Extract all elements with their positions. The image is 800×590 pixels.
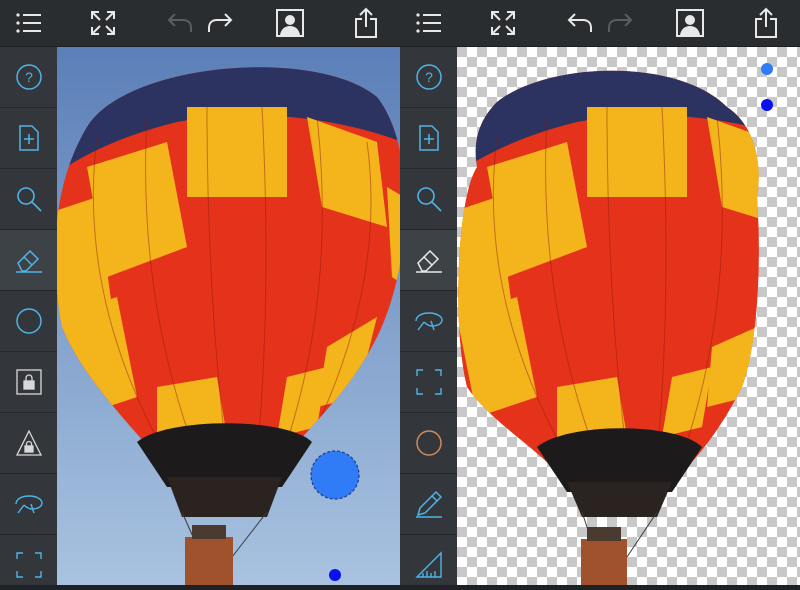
brush-size-dot[interactable] [761, 99, 773, 111]
redo-icon[interactable] [203, 6, 237, 40]
zoom-icon [416, 187, 442, 212]
help-button[interactable]: ? [400, 47, 457, 108]
lasso-button[interactable] [0, 474, 57, 535]
ruler-button[interactable] [400, 535, 457, 590]
help-button[interactable]: ? [0, 47, 57, 108]
crop-button[interactable] [0, 535, 57, 590]
share-icon[interactable] [749, 6, 783, 40]
lock-button[interactable] [0, 352, 57, 413]
circle-brush-icon [15, 308, 42, 334]
top-toolbar [0, 0, 400, 47]
pencil-icon [415, 490, 442, 518]
lock-triangle-icon [15, 429, 42, 456]
lock-triangle-button[interactable] [0, 413, 57, 474]
portrait-icon[interactable] [273, 6, 307, 40]
editor-pane-original: ? [0, 0, 400, 590]
menu-icon[interactable] [12, 6, 46, 40]
status-bar [400, 585, 800, 590]
brush-cursor[interactable] [761, 63, 773, 75]
circle-brush-button[interactable] [0, 291, 57, 352]
eraser-icon [15, 249, 42, 273]
eraser-icon [415, 249, 442, 273]
svg-text:?: ? [25, 69, 33, 85]
crop-icon [415, 369, 442, 395]
menu-icon[interactable] [412, 6, 446, 40]
undo-icon[interactable] [163, 6, 197, 40]
zoom-button[interactable] [0, 169, 57, 230]
pencil-button[interactable] [400, 474, 457, 535]
top-toolbar [400, 0, 800, 47]
help-icon: ? [15, 64, 42, 90]
lasso-button[interactable] [400, 291, 457, 352]
fit-screen-icon[interactable] [486, 6, 520, 40]
brush-cursor[interactable] [310, 450, 360, 500]
crop-icon [15, 552, 42, 578]
svg-text:?: ? [425, 69, 433, 85]
tool-sidebar: ? [400, 47, 457, 590]
lasso-icon [414, 312, 443, 331]
cutout-canvas[interactable] [457, 47, 800, 590]
undo-icon[interactable] [563, 6, 597, 40]
redo-icon[interactable] [603, 6, 637, 40]
tool-sidebar: ? [0, 47, 57, 590]
circle-brush-button[interactable] [400, 413, 457, 474]
share-icon[interactable] [349, 6, 383, 40]
new-document-icon [418, 125, 439, 151]
circle-brush-icon [415, 430, 442, 456]
status-bar [0, 585, 400, 590]
lasso-icon [14, 495, 43, 514]
portrait-icon[interactable] [673, 6, 707, 40]
lock-icon [15, 369, 42, 395]
eraser-button[interactable] [400, 230, 457, 291]
new-document-icon [18, 125, 39, 151]
ruler-icon [414, 551, 442, 578]
brush-size-dot[interactable] [329, 569, 341, 581]
photo-canvas[interactable] [57, 47, 400, 590]
zoom-icon [16, 187, 42, 212]
crop-button[interactable] [400, 352, 457, 413]
editor-pane-cutout: ? [400, 0, 800, 590]
new-document-button[interactable] [0, 108, 57, 169]
fit-screen-icon[interactable] [86, 6, 120, 40]
zoom-button[interactable] [400, 169, 457, 230]
help-icon: ? [415, 64, 442, 90]
new-document-button[interactable] [400, 108, 457, 169]
eraser-button[interactable] [0, 230, 57, 291]
